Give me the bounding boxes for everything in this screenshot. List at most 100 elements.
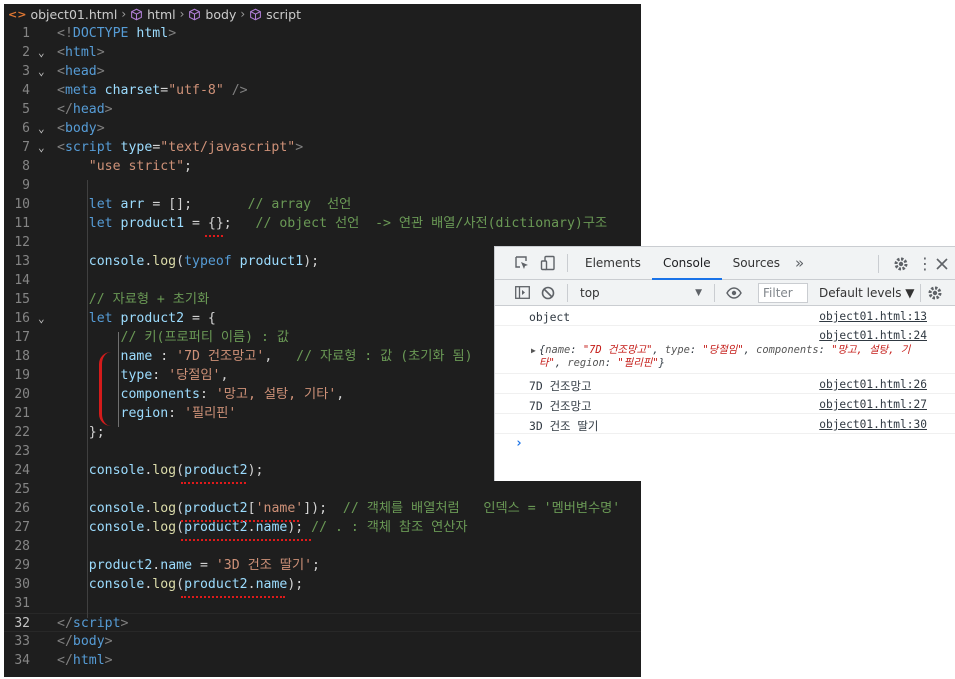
breadcrumb-item-script[interactable]: script [249, 7, 301, 22]
code-token: head [64, 64, 97, 79]
red-underline-annotation [181, 481, 246, 484]
breadcrumb-item-html[interactable]: html [130, 7, 176, 22]
code-token: ( [176, 501, 185, 516]
code-line[interactable]: 10 let arr = []; // array 선언 [4, 195, 641, 214]
line-number: 7 [22, 140, 30, 155]
code-line[interactable]: 11 let product1 = {}; // object 선언 -> 연관… [4, 214, 641, 233]
code-token: > [96, 121, 105, 136]
code-line[interactable]: 28 [4, 537, 641, 556]
code-line[interactable]: 25 [4, 480, 641, 499]
chevron-right-icon: › [179, 7, 185, 21]
breadcrumb-item-body[interactable]: body [188, 7, 236, 22]
console-message: 3D 건조 딸기 object01.html:30 [495, 414, 955, 434]
source-link[interactable]: object01.html:13 [819, 310, 927, 323]
code-token: ; [312, 558, 320, 573]
fold-chevron-icon[interactable]: ⌄ [38, 309, 45, 328]
code-token: . [247, 577, 256, 592]
code-token: let [88, 311, 113, 326]
code-line[interactable]: 4 <meta charset="utf-8" /> [4, 81, 641, 100]
code-line[interactable]: 26 console.log(product2['name']); // 객체를… [4, 499, 641, 518]
object-key: type [664, 344, 690, 356]
fold-chevron-icon[interactable]: ⌄ [38, 62, 45, 81]
code-line[interactable]: 2 ⌄ <html> [4, 43, 641, 62]
code-token: </ [57, 102, 73, 117]
code-token: ]); [303, 501, 343, 516]
code-token: : [152, 368, 169, 383]
line-number: 27 [14, 520, 30, 535]
code-line[interactable]: 5 </head> [4, 100, 641, 119]
inspect-element-icon[interactable] [509, 250, 535, 276]
code-line[interactable]: 29 product2.name = '3D 건조 딸기'; [4, 556, 641, 575]
tab-sources[interactable]: Sources [722, 247, 791, 280]
source-link[interactable]: object01.html:27 [819, 398, 927, 411]
code-token: components [120, 387, 200, 402]
code-text: let arr = []; // array 선언 [57, 195, 352, 214]
device-toolbar-icon[interactable] [535, 250, 561, 276]
code-line[interactable]: 33 </body> [4, 632, 641, 651]
code-token: ( [176, 254, 185, 269]
code-token: // object 선언 -> 연관 배열/사전(dictionary)구조 [255, 216, 608, 231]
line-number: 22 [14, 425, 30, 440]
fold-chevron-icon[interactable]: ⌄ [38, 43, 45, 62]
tab-elements[interactable]: Elements [574, 247, 652, 280]
tab-console[interactable]: Console [651, 247, 722, 280]
toolbar-divider [878, 254, 879, 273]
line-number: 2 [22, 45, 30, 60]
default-levels-dropdown[interactable]: Default levels ▼ [819, 280, 915, 306]
gear-icon[interactable] [893, 256, 909, 272]
code-token: // 자료형 + 초기화 [88, 292, 210, 307]
expand-triangle-icon[interactable]: ▶ [531, 346, 536, 355]
code-token: console [88, 577, 145, 592]
breadcrumb-item-label: body [205, 6, 237, 22]
code-line[interactable]: 30 console.log(product2.name); [4, 575, 641, 594]
more-options-icon[interactable]: ⋮ [917, 255, 933, 272]
code-line[interactable]: 32 </script> [4, 613, 641, 632]
source-link[interactable]: object01.html:30 [819, 418, 927, 431]
code-line[interactable]: 9 [4, 176, 641, 195]
console-message-object[interactable]: object01.html:24 ▶ {name: "7D 건조망고", typ… [495, 326, 955, 374]
code-token: html [136, 26, 169, 41]
close-icon[interactable] [935, 257, 949, 271]
gear-icon[interactable] [927, 285, 943, 301]
line-number: 9 [22, 178, 30, 193]
code-line[interactable]: 34 </html> [4, 651, 641, 670]
object-key: region [567, 357, 605, 369]
code-token: ; [184, 159, 192, 174]
code-token: ( [176, 463, 185, 478]
code-line[interactable]: 3 ⌄ <head> [4, 62, 641, 81]
breadcrumb-file[interactable]: <> object01.html [8, 7, 117, 22]
fold-chevron-icon[interactable]: ⌄ [38, 119, 45, 138]
fold-chevron-icon[interactable]: ⌄ [38, 138, 45, 157]
code-token: = []; [144, 197, 248, 212]
code-token: > [96, 45, 105, 60]
code-token: charset [104, 83, 161, 98]
code-token: meta [64, 83, 97, 98]
object-preview[interactable]: {name: "7D 건조망고", type: "당절임", component… [539, 344, 927, 370]
clear-console-icon[interactable] [535, 280, 561, 306]
sidebar-toggle-icon[interactable] [509, 280, 535, 306]
console-prompt-row[interactable]: › [495, 434, 955, 456]
code-line[interactable]: 8 "use strict"; [4, 157, 641, 176]
eye-icon[interactable] [721, 280, 747, 306]
code-token: name [120, 349, 153, 364]
more-tabs-button[interactable]: » [791, 254, 808, 272]
toolbar-divider [567, 254, 568, 272]
filter-input[interactable]: Filter [758, 283, 808, 303]
source-link[interactable]: object01.html:26 [819, 378, 927, 391]
code-text: <meta charset="utf-8" /> [57, 81, 248, 100]
context-select[interactable]: top ▼ [574, 286, 708, 300]
code-token: </ [57, 616, 73, 631]
code-line[interactable]: 7 ⌄ <script type="text/javascript"> [4, 138, 641, 157]
code-line[interactable]: 27 console.log(product2.name); // . : 객체… [4, 518, 641, 537]
code-line[interactable]: 1 <!DOCTYPE html> [4, 24, 641, 43]
code-token: '당절임' [168, 368, 221, 383]
code-line[interactable]: 31 [4, 594, 641, 613]
code-text: }; [57, 423, 105, 442]
source-link[interactable]: object01.html:24 [819, 329, 927, 342]
object-value: "당절임" [702, 344, 744, 356]
code-token: . [247, 520, 256, 535]
code-line[interactable]: 6 ⌄ <body> [4, 119, 641, 138]
red-underline-annotation [205, 234, 223, 237]
